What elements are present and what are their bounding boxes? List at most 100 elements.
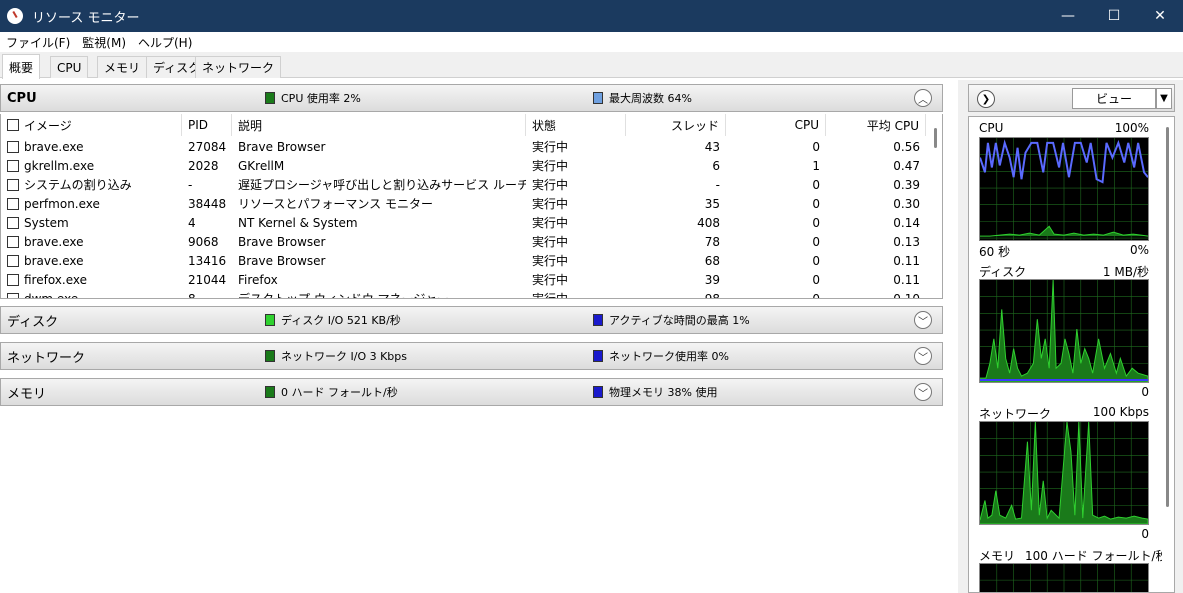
cell-threads: 408 — [626, 213, 726, 232]
disk-section-header[interactable]: ディスク ディスク I/O 521 KB/秒 アクティブな時間の最高 1% ﹀ — [0, 306, 943, 334]
cell-threads: 6 — [626, 156, 726, 175]
cell-text: 6 — [712, 158, 720, 173]
memory-physical-text: 物理メモリ 38% 使用 — [609, 386, 718, 399]
cell-image: gkrellm.exe — [1, 156, 182, 175]
cell-threads: 43 — [626, 137, 726, 156]
network-section-title: ネットワーク — [7, 350, 86, 366]
cell-text: 43 — [704, 139, 720, 154]
cell-text: 0 — [812, 177, 820, 192]
memory-physical-indicator: 物理メモリ 38% 使用 — [593, 384, 717, 400]
scrollbar-thumb[interactable] — [1166, 127, 1169, 507]
disk-io-indicator: ディスク I/O 521 KB/秒 — [265, 312, 401, 328]
cell-text: GKrellM — [238, 158, 285, 173]
cell-text: 実行中 — [532, 197, 569, 211]
column-threads[interactable]: スレッド — [626, 114, 726, 136]
column-cpu[interactable]: CPU — [726, 114, 826, 136]
menu-monitor[interactable]: 監視(M) — [76, 34, 132, 51]
minimize-button[interactable]: — — [1045, 0, 1091, 32]
column-description[interactable]: 説明 — [232, 114, 526, 136]
view-dropdown-icon[interactable]: ▼ — [1156, 88, 1172, 109]
row-checkbox[interactable] — [7, 178, 19, 191]
column-state[interactable]: 状態 — [526, 114, 626, 136]
memory-physical-swatch — [593, 386, 603, 398]
network-graph-max: 100 Kbps — [1092, 405, 1149, 419]
row-checkbox[interactable] — [7, 292, 19, 298]
network-graph — [979, 421, 1149, 525]
cell-text: システムの割り込み — [24, 178, 132, 192]
table-row[interactable]: firefox.exe 21044 Firefox 実行中 39 0 0.11 — [1, 270, 931, 289]
cell-text: Firefox — [238, 272, 278, 287]
table-scrollbar[interactable] — [929, 114, 942, 298]
row-checkbox[interactable] — [7, 254, 19, 267]
disk-graph-min: 0 — [1141, 385, 1149, 399]
row-checkbox[interactable] — [7, 216, 19, 229]
tab-memory[interactable]: メモリ — [97, 56, 148, 78]
row-checkbox[interactable] — [7, 273, 19, 286]
row-checkbox[interactable] — [7, 159, 19, 172]
memory-graph-title: メモリ — [979, 549, 1016, 563]
cell-avg: 0.13 — [826, 232, 926, 251]
cell-text: 0.13 — [893, 234, 920, 249]
table-row[interactable]: gkrellm.exe 2028 GKrellM 実行中 6 1 0.47 — [1, 156, 931, 175]
cpu-usage-swatch — [265, 92, 275, 104]
table-row[interactable]: brave.exe 9068 Brave Browser 実行中 78 0 0.13 — [1, 232, 931, 251]
table-row[interactable]: perfmon.exe 38448 リソースとパフォーマンス モニター 実行中 35 0 0… — [1, 194, 931, 213]
table-row[interactable]: System 4 NT Kernel & System 実行中 408 0 0.14 — [1, 213, 931, 232]
scrollbar-thumb[interactable] — [934, 128, 937, 148]
menu-file[interactable]: ファイル(F) — [0, 34, 76, 51]
column-avg-cpu[interactable]: 平均 CPU — [826, 114, 926, 136]
close-button[interactable]: ✕ — [1137, 0, 1183, 32]
tab-overview[interactable]: 概要 — [2, 54, 41, 79]
cell-image: brave.exe — [1, 137, 182, 156]
cell-avg: 0.11 — [826, 251, 926, 270]
tab-network[interactable]: ネットワーク — [195, 56, 282, 78]
column-pid[interactable]: PID — [182, 114, 232, 136]
select-all-checkbox[interactable] — [7, 119, 19, 131]
collapse-icon[interactable]: ︿ — [914, 89, 932, 107]
memory-graph-max: 100 ハード フォールト/秒 — [1025, 549, 1168, 563]
maximize-button[interactable]: ☐ — [1091, 0, 1137, 32]
cell-text: 実行中 — [532, 292, 569, 299]
cell-text: 0.14 — [893, 215, 920, 230]
view-button[interactable]: ビュー — [1072, 88, 1156, 109]
expand-icon[interactable]: ﹀ — [914, 383, 932, 401]
table-row[interactable]: システムの割り込み - 遅延プロシージャ呼び出しと割り込みサービス ルーチン 実行中 -… — [1, 175, 931, 194]
expand-icon[interactable]: ﹀ — [914, 311, 932, 329]
table-row[interactable]: brave.exe 27084 Brave Browser 実行中 43 0 0.56 — [1, 137, 931, 156]
cpu-freq-swatch — [593, 92, 603, 104]
row-checkbox[interactable] — [7, 197, 19, 210]
cell-text: 遅延プロシージャ呼び出しと割り込みサービス ルーチン — [238, 178, 526, 192]
memory-section-header[interactable]: メモリ 0 ハード フォールト/秒 物理メモリ 38% 使用 ﹀ — [0, 378, 943, 406]
memory-section-title: メモリ — [7, 386, 47, 402]
row-checkbox[interactable] — [7, 235, 19, 248]
table-row[interactable]: brave.exe 13416 Brave Browser 実行中 68 0 0.11 — [1, 251, 931, 270]
cell-avg: 0.39 — [826, 175, 926, 194]
chevron-right-icon[interactable]: ❯ — [977, 90, 995, 108]
graphs-scrollbar[interactable] — [1162, 117, 1174, 592]
cell-image: dwm.exe — [1, 289, 182, 299]
table-row[interactable]: dwm.exe 8 デスクトップ ウィンドウ マネージャー 実行中 98 0 0.10 — [1, 289, 931, 299]
cell-text: 0 — [812, 196, 820, 211]
memory-faults-swatch — [265, 386, 275, 398]
cell-text: 0.47 — [893, 158, 920, 173]
cell-text: gkrellm.exe — [24, 158, 95, 173]
row-checkbox[interactable] — [7, 140, 19, 153]
network-usage-text: ネットワーク使用率 0% — [609, 350, 729, 363]
cell-pid: 4 — [182, 213, 232, 232]
cell-threads: 78 — [626, 232, 726, 251]
network-section-header[interactable]: ネットワーク ネットワーク I/O 3 Kbps ネットワーク使用率 0% ﹀ — [0, 342, 943, 370]
cell-text: dwm.exe — [24, 291, 79, 299]
cell-desc: Brave Browser — [232, 232, 526, 251]
disk-active-text: アクティブな時間の最高 1% — [609, 314, 750, 327]
tab-cpu[interactable]: CPU — [50, 56, 89, 78]
cell-desc: GKrellM — [232, 156, 526, 175]
cell-threads: - — [626, 175, 726, 194]
cell-state: 実行中 — [526, 156, 626, 175]
cell-text: Brave Browser — [238, 139, 326, 154]
cpu-section-header[interactable]: CPU CPU 使用率 2% 最大周波数 64% ︿ — [0, 84, 943, 112]
cell-state: 実行中 — [526, 213, 626, 232]
cell-cpu: 0 — [726, 270, 826, 289]
column-image[interactable]: イメージ — [1, 114, 182, 136]
expand-icon[interactable]: ﹀ — [914, 347, 932, 365]
menu-help[interactable]: ヘルプ(H) — [132, 34, 198, 51]
